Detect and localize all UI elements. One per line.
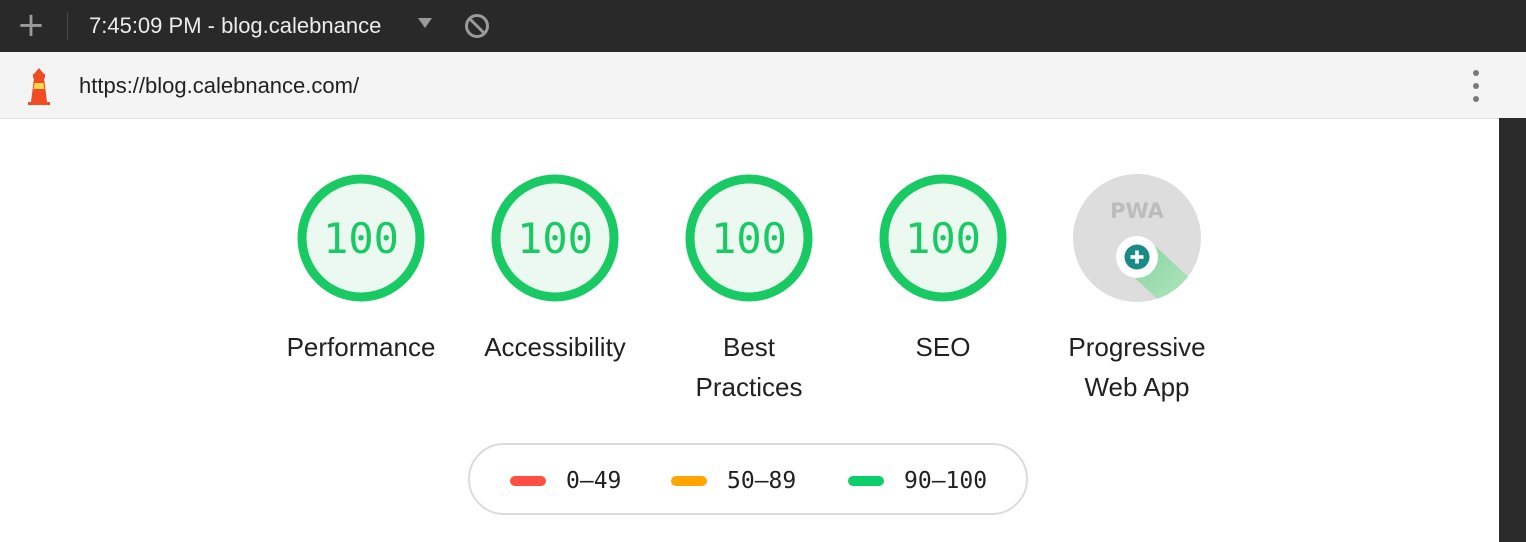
gauge-score: 100 xyxy=(517,214,593,263)
gauge-label: Performance xyxy=(286,332,436,362)
gauge-seo[interactable]: 100 SEO xyxy=(843,173,1043,367)
report-url[interactable]: https://blog.calebnance.com/ xyxy=(79,72,359,100)
no-entry-icon[interactable] xyxy=(464,13,490,39)
gauge-best-practices[interactable]: 100 Best Practices xyxy=(649,173,849,407)
score-ring: 100 xyxy=(297,174,425,302)
report-selector[interactable]: 7:45:09 PM - blog.calebnance xyxy=(89,12,419,40)
legend-range: 50–89 xyxy=(727,468,797,494)
pwa-badge-text: PWA xyxy=(1110,199,1165,223)
gauge-label-line: Progressive xyxy=(1068,332,1206,362)
chevron-down-icon[interactable] xyxy=(418,18,432,28)
legend-range: 0–49 xyxy=(566,468,622,494)
gauge-label: Accessibility xyxy=(484,332,626,362)
gauge-score: 100 xyxy=(905,214,981,263)
legend-swatch xyxy=(848,476,884,486)
gauge-label: Best Practices xyxy=(649,327,849,407)
score-ring: 100 xyxy=(685,174,813,302)
gauge-pwa[interactable]: PWA Progressive Web App xyxy=(1037,173,1237,407)
pwa-badge-icon: PWA xyxy=(1073,174,1201,302)
gauge-label-line: Practices xyxy=(695,372,803,402)
gauge-score: 100 xyxy=(323,214,399,263)
gauge-label-line: Web App xyxy=(1084,372,1190,402)
gauge-label: SEO xyxy=(915,332,971,362)
score-legend: 0–49 50–89 90–100 xyxy=(468,443,1028,515)
top-toolbar: + 7:45:09 PM - blog.calebnance xyxy=(0,0,1526,52)
kebab-menu-icon[interactable] xyxy=(1466,69,1486,103)
toolbar-divider xyxy=(67,12,68,40)
score-ring: 100 xyxy=(491,174,619,302)
url-bar: https://blog.calebnance.com/ xyxy=(0,52,1526,119)
legend-swatch xyxy=(510,476,546,486)
gauge-accessibility[interactable]: 100 Accessibility xyxy=(455,173,655,367)
scrollbar[interactable] xyxy=(1499,118,1526,542)
legend-range: 90–100 xyxy=(904,468,988,494)
gauge-performance[interactable]: 100 Performance xyxy=(261,173,461,367)
score-ring: 100 xyxy=(879,174,1007,302)
gauge-label: Progressive Web App xyxy=(1037,327,1237,407)
legend-swatch xyxy=(671,476,707,486)
gauge-label-line: Best xyxy=(722,332,776,362)
plus-icon[interactable]: + xyxy=(16,8,46,42)
lighthouse-icon xyxy=(28,68,50,105)
gauge-score: 100 xyxy=(711,214,787,263)
